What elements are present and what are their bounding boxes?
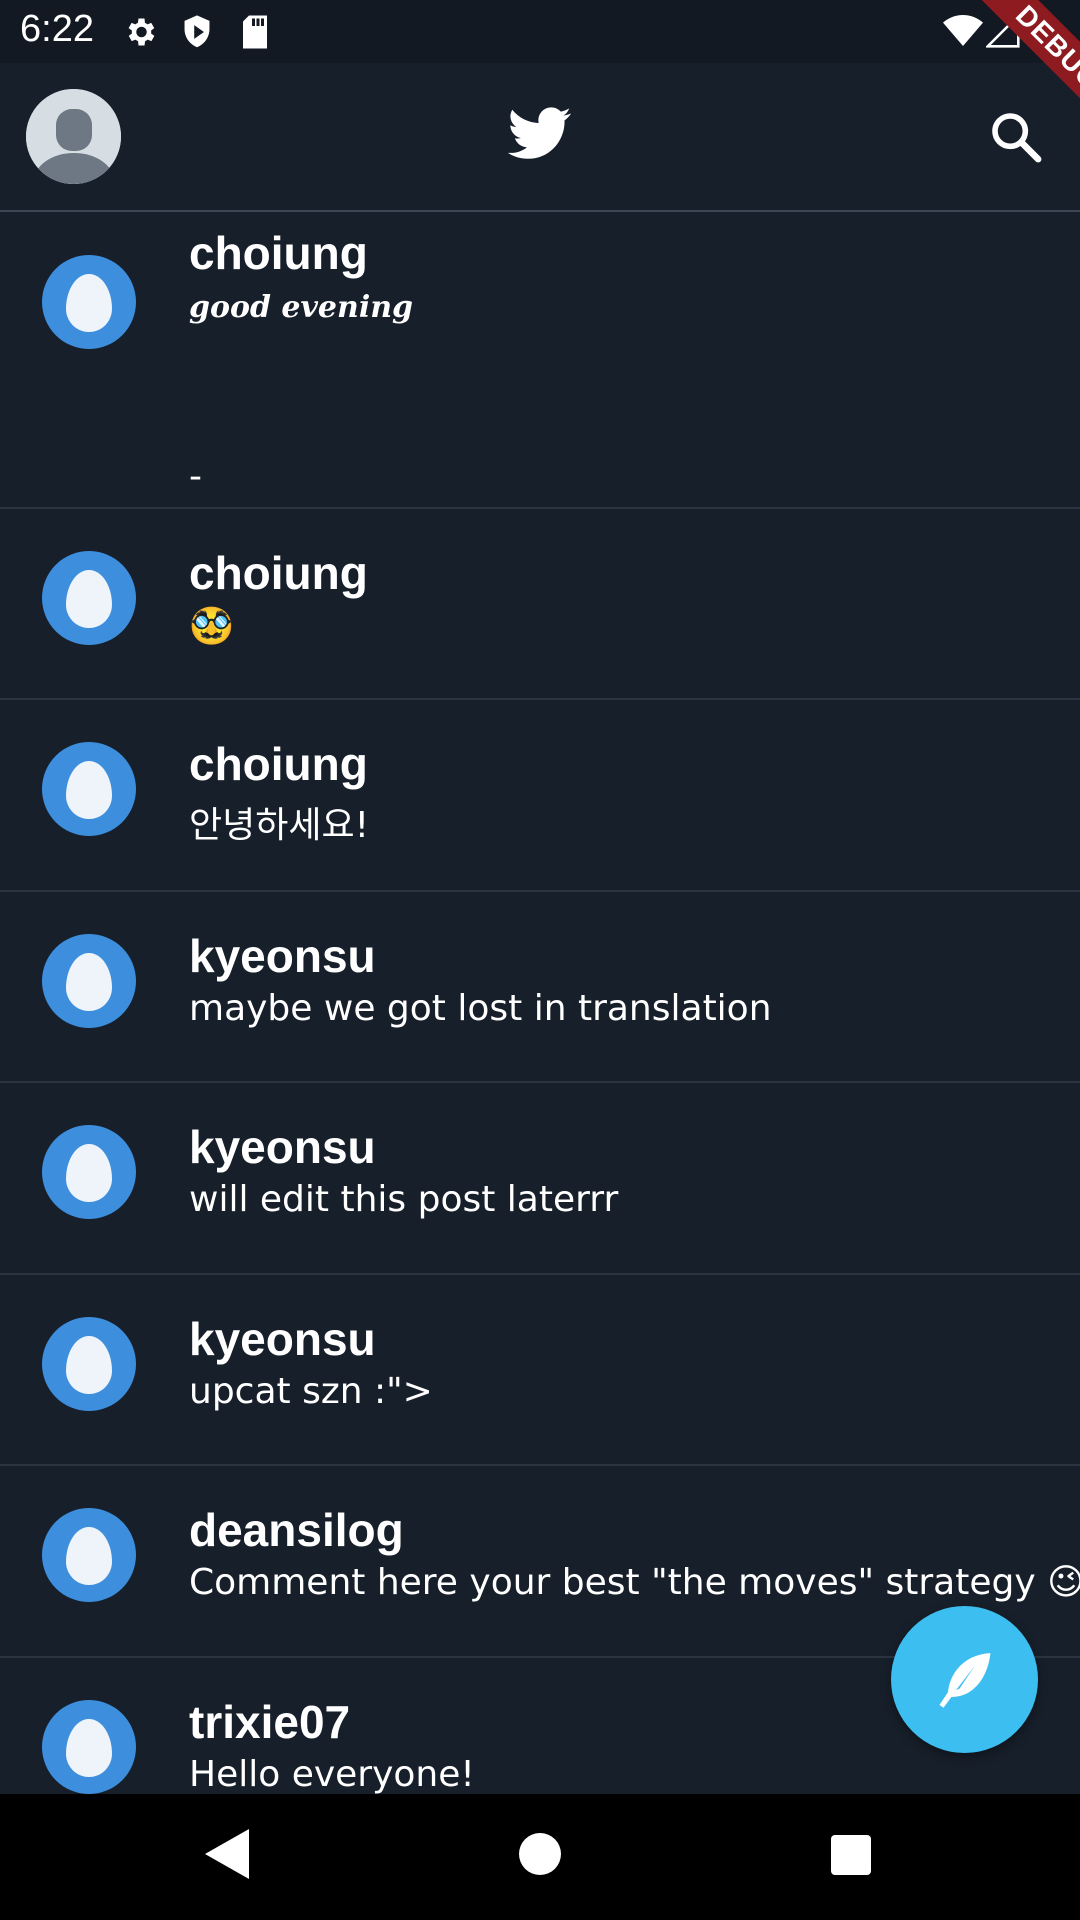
tweet-item[interactable]: choiung 안녕하세요! (0, 700, 1080, 892)
tweet-username: kyeonsu (189, 1313, 376, 1365)
tweet-item[interactable]: choiung good evening - (0, 212, 1080, 509)
user-avatar-icon[interactable] (42, 1125, 136, 1219)
tweet-text: maybe we got lost in translation (189, 988, 772, 1029)
tweet-text: 안녕하세요! (189, 805, 370, 846)
search-icon (992, 113, 1042, 163)
home-icon (519, 1833, 561, 1875)
user-avatar-icon[interactable] (42, 742, 136, 836)
twitter-bird-icon (508, 107, 572, 166)
settings-icon (122, 14, 158, 55)
shield-icon (180, 14, 214, 55)
tweet-text: will edit this post laterrr (189, 1179, 619, 1220)
search-button[interactable] (988, 109, 1044, 170)
tweet-username: deansilog (189, 1504, 404, 1556)
back-icon (205, 1829, 249, 1879)
tweet-item[interactable]: kyeonsu upcat szn :"> (0, 1275, 1080, 1466)
tweet-text: 🥸 (189, 606, 234, 647)
feather-compose-icon (939, 1653, 991, 1708)
profile-avatar[interactable] (26, 89, 121, 184)
tweet-username: kyeonsu (189, 930, 376, 982)
tweet-item[interactable]: kyeonsu maybe we got lost in translation (0, 892, 1080, 1083)
tweet-text-extra: - (189, 456, 202, 497)
status-time: 6:22 (20, 8, 94, 50)
tweet-username: choiung (189, 227, 368, 279)
sd-card-icon (240, 14, 270, 55)
battery-icon (1036, 14, 1058, 55)
app-bar (0, 63, 1080, 212)
tweet-feed[interactable]: choiung good evening - choiung 🥸 choiung… (0, 212, 1080, 1794)
status-bar: 6:22 (0, 0, 1080, 63)
tweet-item[interactable]: kyeonsu will edit this post laterrr (0, 1083, 1080, 1275)
signal-icon (984, 12, 1020, 53)
home-button[interactable] (519, 1833, 561, 1880)
wifi-icon (943, 14, 983, 53)
tweet-text: Hello everyone! (189, 1754, 475, 1794)
user-avatar-icon[interactable] (42, 1700, 136, 1794)
system-nav-bar (0, 1794, 1080, 1920)
compose-tweet-button[interactable] (891, 1606, 1038, 1753)
tweet-text: Comment here your best "the moves" strat… (189, 1562, 1080, 1603)
tweet-text: upcat szn :"> (189, 1371, 433, 1412)
user-avatar-icon[interactable] (42, 551, 136, 645)
tweet-username: trixie07 (189, 1696, 351, 1748)
tweet-item[interactable]: choiung 🥸 (0, 509, 1080, 700)
tweet-username: choiung (189, 738, 368, 790)
user-avatar-icon[interactable] (42, 255, 136, 349)
person-icon (26, 89, 121, 184)
user-avatar-icon[interactable] (42, 1508, 136, 1602)
recents-button[interactable] (831, 1835, 871, 1880)
tweet-username: choiung (189, 547, 368, 599)
user-avatar-icon[interactable] (42, 1317, 136, 1411)
tweet-username: kyeonsu (189, 1121, 376, 1173)
user-avatar-icon[interactable] (42, 934, 136, 1028)
recents-icon (831, 1835, 871, 1875)
back-button[interactable] (205, 1829, 249, 1884)
tweet-text: good evening (189, 290, 414, 325)
